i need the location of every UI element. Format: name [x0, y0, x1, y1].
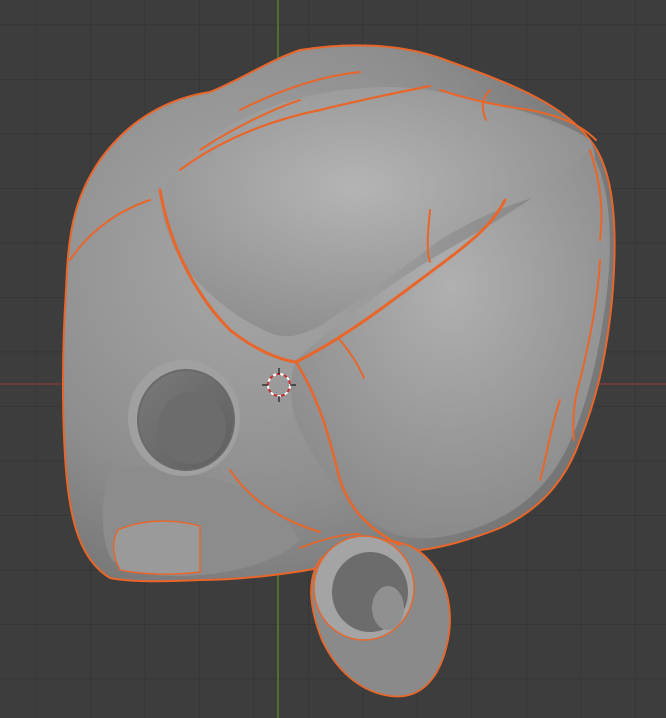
viewport-canvas[interactable] [0, 0, 666, 718]
3d-viewport[interactable] [0, 0, 666, 718]
pulmonary-stub [113, 520, 201, 575]
bottom-vessel-inner [372, 586, 404, 630]
vessel-opening-left-inner [158, 392, 226, 464]
